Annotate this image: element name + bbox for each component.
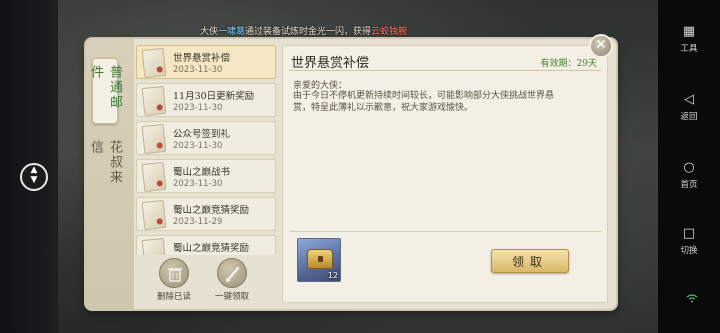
back-icon: ◁ — [684, 92, 694, 107]
tools-button[interactable]: ▦ 工具 — [658, 24, 720, 54]
mail-list-item[interactable]: 蜀山之巅竞猜奖励 — [136, 235, 276, 255]
mail-scroll-icon — [141, 161, 167, 193]
mail-scroll-icon — [141, 123, 167, 155]
mail-title: 蜀山之巅战书 — [173, 167, 231, 178]
notice-player: 一啸葛 — [218, 27, 246, 37]
claim-all-button[interactable]: 一键领取 — [212, 258, 252, 304]
mail-list-item[interactable]: 蜀山之巅竞猜奖励 2023-11-29 — [136, 197, 276, 231]
notice-prefix: 大侠 — [200, 27, 219, 37]
attachment-divider — [289, 231, 601, 232]
mail-scroll-icon — [141, 237, 167, 255]
back-label: 返回 — [680, 112, 698, 122]
tab-uncle-letters[interactable]: 花叔来信 — [88, 134, 122, 202]
switch-button[interactable]: □ 切换 — [658, 226, 720, 256]
chevron-down-icon: ▼ — [30, 175, 38, 185]
mail-list[interactable]: 世界悬赏补偿 2023-11-30 11月30日更新奖励 2023-11-30 … — [136, 45, 278, 255]
mail-title: 世界悬赏补偿 — [173, 53, 231, 64]
brush-icon — [217, 258, 247, 288]
mail-title: 蜀山之巅竞猜奖励 — [173, 205, 250, 216]
mail-date: 2023-11-30 — [173, 103, 223, 113]
home-label: 首页 — [680, 180, 698, 190]
wifi-icon — [686, 294, 698, 306]
mail-title: 蜀山之巅竞猜奖励 — [173, 243, 250, 254]
mail-date: 2023-11-30 — [173, 141, 223, 151]
home-icon: ○ — [683, 160, 695, 175]
delete-read-button[interactable]: 删除已读 — [154, 258, 194, 304]
grid-icon: ▦ — [682, 24, 696, 39]
mail-scroll-icon — [141, 47, 167, 79]
treasure-chest-icon — [307, 249, 333, 269]
expire-label: 有效期：29天 — [540, 59, 597, 69]
mail-date: 2023-11-30 — [173, 65, 223, 75]
switch-icon: □ — [682, 226, 696, 241]
tools-label: 工具 — [680, 44, 698, 54]
mail-date: 2023-11-29 — [173, 217, 223, 227]
back-button[interactable]: ◁ 返回 — [658, 92, 720, 122]
mail-scroll-icon — [141, 85, 167, 117]
claim-all-label: 一键领取 — [214, 292, 249, 302]
mail-date: 2023-11-30 — [173, 179, 223, 189]
home-button[interactable]: ○ 首页 — [658, 160, 720, 190]
mail-body: 由于今日不停机更新持续时间较长，可能影响部分大侠挑战世界悬赏，特呈此薄礼以示歉意… — [293, 91, 555, 113]
mail-title: 公众号签到礼 — [173, 129, 231, 140]
title-divider — [289, 70, 601, 71]
notice-middle: 通过装备试炼时金光一闪，获得 — [245, 27, 372, 37]
mail-list-item[interactable]: 11月30日更新奖励 2023-11-30 — [136, 83, 276, 117]
floating-menu-handle[interactable]: ▲ ▼ — [20, 163, 48, 191]
close-icon[interactable]: ✕ — [589, 34, 613, 58]
chevron-up-icon: ▲ — [30, 165, 38, 175]
mail-title: 11月30日更新奖励 — [173, 91, 255, 102]
claim-button[interactable]: 领取 — [491, 249, 569, 273]
mail-detail: 世界悬赏补偿 有效期：29天 亲爱的大侠： 由于今日不停机更新持续时间较长，可能… — [282, 45, 608, 303]
system-notice-marquee: 大侠一啸葛通过装备试炼时金光一闪，获得云蛟独腕 — [200, 24, 450, 40]
mail-list-item[interactable]: 世界悬赏补偿 2023-11-30 — [136, 45, 276, 79]
mail-list-item[interactable]: 蜀山之巅战书 2023-11-30 — [136, 159, 276, 193]
delete-read-label: 删除已读 — [156, 292, 191, 302]
notice-item: 云蛟独腕 — [371, 27, 408, 37]
mail-detail-title: 世界悬赏补偿 — [291, 56, 370, 71]
switch-label: 切换 — [680, 246, 698, 256]
trash-icon — [159, 258, 189, 288]
tab-normal-mail[interactable]: 普通邮件 — [88, 58, 122, 124]
mail-scroll-icon — [141, 199, 167, 231]
mail-list-item[interactable]: 公众号签到礼 2023-11-30 — [136, 121, 276, 155]
reward-count: 12 — [327, 271, 338, 280]
reward-item[interactable]: 12 — [297, 238, 341, 282]
